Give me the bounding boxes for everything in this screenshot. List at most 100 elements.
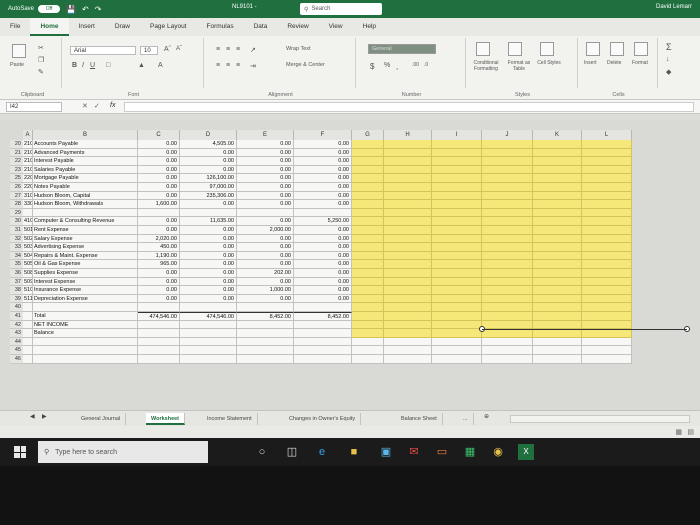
cell-c[interactable]: 0.00 xyxy=(138,165,180,175)
cell-e[interactable]: 0.00 xyxy=(237,200,294,209)
cell-a[interactable] xyxy=(23,337,33,347)
cell-d[interactable]: 0.00 xyxy=(180,277,237,287)
row-header[interactable]: 25 xyxy=(10,174,23,183)
cell-j[interactable] xyxy=(482,355,533,364)
sheet-tab-worksheet[interactable]: Worksheet xyxy=(146,413,186,425)
cell-k[interactable] xyxy=(533,148,582,158)
cell-b[interactable] xyxy=(33,355,138,364)
cell-c[interactable]: 0.00 xyxy=(138,226,180,235)
row-header[interactable]: 20 xyxy=(10,140,23,149)
cell-d[interactable]: 474,546.00 xyxy=(180,312,237,321)
cell-i[interactable] xyxy=(432,226,482,235)
cell-h[interactable] xyxy=(384,226,432,235)
row-header[interactable]: 35 xyxy=(10,260,23,269)
tab-insert[interactable]: Insert xyxy=(69,18,105,36)
cell-h[interactable] xyxy=(384,320,432,330)
cell-h[interactable] xyxy=(384,294,432,304)
cell-e[interactable]: 0.00 xyxy=(237,183,294,192)
worksheet-grid[interactable]: ABCDEFGHIJKL 202101Accounts Payable0.004… xyxy=(0,120,700,410)
cell-g[interactable] xyxy=(352,234,384,244)
font-name-select[interactable]: Arial xyxy=(70,46,136,55)
cell-i[interactable] xyxy=(432,217,482,226)
row-header[interactable]: 40 xyxy=(10,303,23,312)
cell-f[interactable]: 0.00 xyxy=(294,165,352,175)
cell-d[interactable] xyxy=(180,303,237,312)
cell-g[interactable] xyxy=(352,312,384,321)
cell-k[interactable] xyxy=(533,260,582,269)
cell-g[interactable] xyxy=(352,337,384,347)
sheet-tab-changes-in-owners-equity[interactable]: Changes in Owner's Equity xyxy=(284,413,362,425)
column-header-k[interactable]: K xyxy=(533,130,582,140)
cell-k[interactable] xyxy=(533,191,582,201)
cell-f[interactable] xyxy=(294,320,352,330)
cell-i[interactable] xyxy=(432,337,482,347)
windows-start-icon[interactable] xyxy=(14,446,26,458)
cell-d[interactable]: 0.00 xyxy=(180,243,237,252)
cell-k[interactable] xyxy=(533,346,582,355)
cell-a[interactable]: 5040 xyxy=(23,251,33,261)
cell-i[interactable] xyxy=(432,148,482,158)
format-as-table-button[interactable]: Format as Table xyxy=(504,60,534,72)
cell-g[interactable] xyxy=(352,355,384,364)
office-icon[interactable]: ▭ xyxy=(434,444,450,460)
cell-i[interactable] xyxy=(432,165,482,175)
font-color-icon[interactable]: A xyxy=(158,62,163,69)
cell-e[interactable]: 0.00 xyxy=(237,165,294,175)
cell-f[interactable]: 8,452.00 xyxy=(294,312,352,321)
cell-l[interactable] xyxy=(582,346,632,355)
delete-cells-icon[interactable] xyxy=(610,42,624,56)
cell-f[interactable]: 0.00 xyxy=(294,191,352,201)
cell-h[interactable] xyxy=(384,355,432,364)
cell-k[interactable] xyxy=(533,234,582,244)
cell-d[interactable] xyxy=(180,329,237,338)
cell-e[interactable]: 0.00 xyxy=(237,157,294,166)
cell-i[interactable] xyxy=(432,208,482,218)
cell-e[interactable] xyxy=(237,303,294,312)
cell-h[interactable] xyxy=(384,277,432,287)
cell-f[interactable]: 0.00 xyxy=(294,200,352,209)
cell-a[interactable]: 2202 xyxy=(23,183,33,192)
fill-color-icon[interactable]: ▲ xyxy=(138,62,145,69)
format-button[interactable]: Format xyxy=(632,60,648,66)
mail-icon[interactable]: ✉ xyxy=(406,444,422,460)
cell-i[interactable] xyxy=(432,294,482,304)
cell-g[interactable] xyxy=(352,165,384,175)
cell-j[interactable] xyxy=(482,329,533,338)
increase-decimal-icon[interactable]: .00 xyxy=(412,62,419,68)
cell-b[interactable]: Rent Expense xyxy=(33,226,138,235)
format-as-table-icon[interactable] xyxy=(508,42,522,56)
cell-e[interactable]: 0.00 xyxy=(237,234,294,244)
cell-a[interactable]: 5080 xyxy=(23,269,33,278)
cell-c[interactable]: 0.00 xyxy=(138,157,180,166)
cell-b[interactable]: Repairs & Maint. Expense xyxy=(33,251,138,261)
undo-icon[interactable]: ↶ xyxy=(82,5,89,14)
cell-d[interactable]: 11,635.00 xyxy=(180,217,237,226)
underline-icon[interactable]: U xyxy=(90,62,95,69)
cell-c[interactable]: 474,546.00 xyxy=(138,312,180,321)
cell-h[interactable] xyxy=(384,337,432,347)
cell-e[interactable] xyxy=(237,320,294,330)
row-header[interactable]: 30 xyxy=(10,217,23,226)
cell-g[interactable] xyxy=(352,208,384,218)
format-cells-icon[interactable] xyxy=(634,42,648,56)
cell-e[interactable] xyxy=(237,329,294,338)
cell-j[interactable] xyxy=(482,303,533,312)
user-name[interactable]: David Lemarr xyxy=(656,4,692,10)
cell-h[interactable] xyxy=(384,140,432,149)
cell-i[interactable] xyxy=(432,251,482,261)
cell-h[interactable] xyxy=(384,286,432,295)
cell-d[interactable]: 0.00 xyxy=(180,165,237,175)
copy-icon[interactable]: ❐ xyxy=(38,56,44,64)
clear-icon[interactable]: ◆ xyxy=(666,68,671,76)
cell-j[interactable] xyxy=(482,174,533,183)
cell-k[interactable] xyxy=(533,174,582,183)
cell-l[interactable] xyxy=(582,337,632,347)
cell-l[interactable] xyxy=(582,174,632,183)
cell-d[interactable] xyxy=(180,355,237,364)
cell-h[interactable] xyxy=(384,269,432,278)
cell-c[interactable] xyxy=(138,355,180,364)
cell-e[interactable]: 1,000.00 xyxy=(237,286,294,295)
cell-e[interactable]: 0.00 xyxy=(237,217,294,226)
cell-g[interactable] xyxy=(352,148,384,158)
cell-c[interactable]: 0.00 xyxy=(138,140,180,149)
